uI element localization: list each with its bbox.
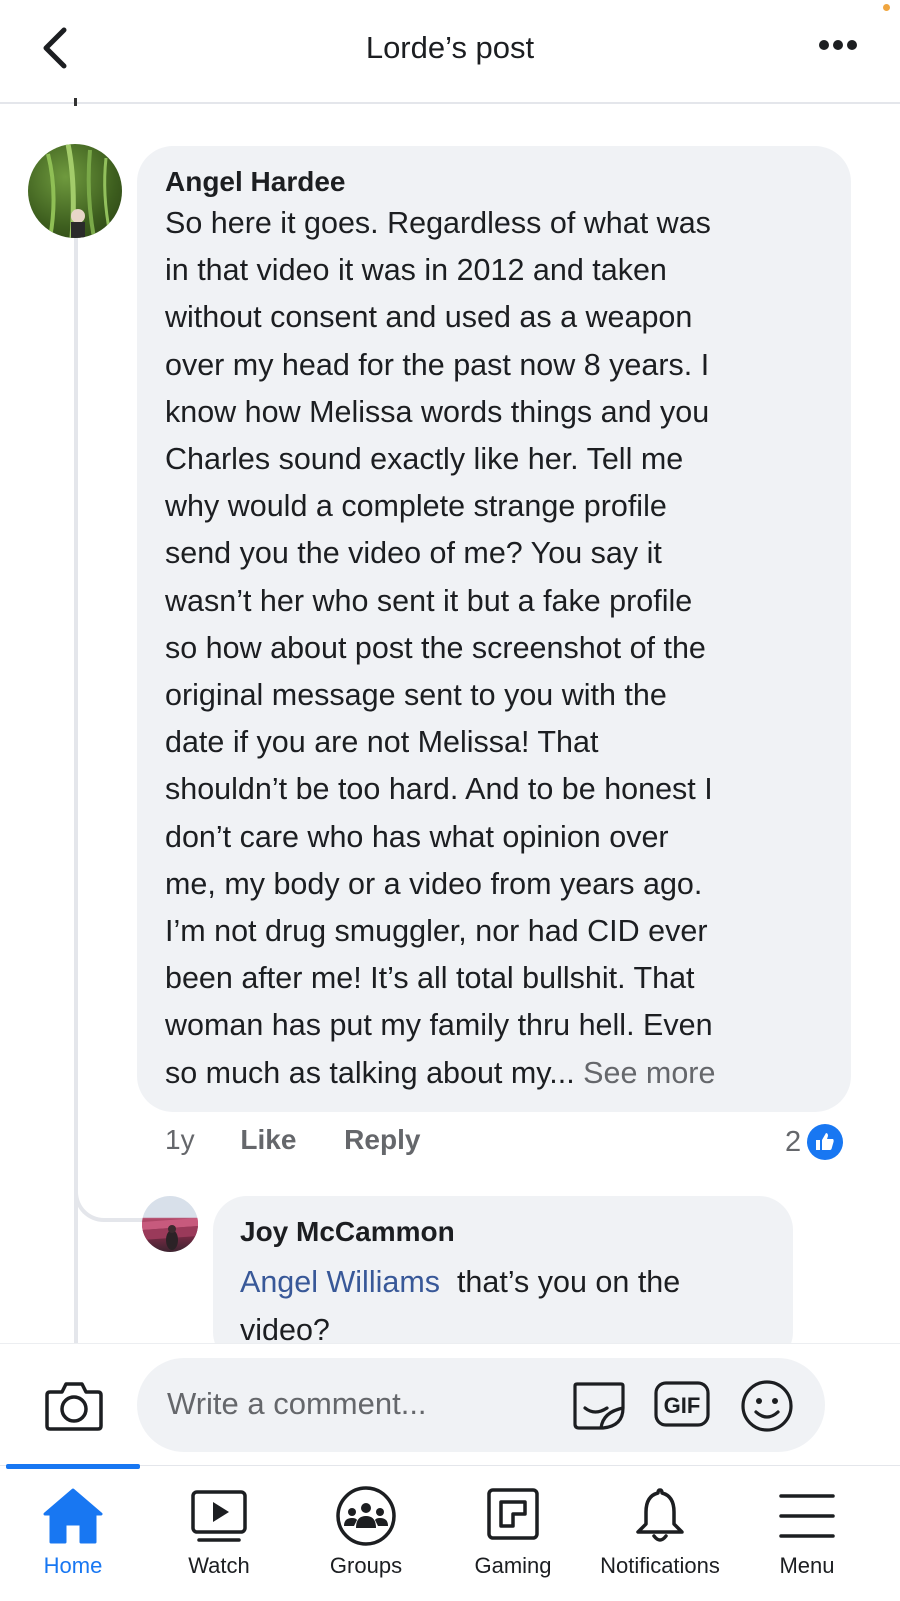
sticker-button[interactable] [571, 1378, 627, 1432]
home-icon [43, 1488, 103, 1544]
active-tab-indicator [6, 1464, 140, 1469]
see-more-link[interactable]: See more [583, 1056, 715, 1090]
comment-age: 1y [165, 1124, 195, 1155]
reply-author[interactable]: Joy McCammon [240, 1216, 767, 1248]
nav-notifications-label: Notifications [600, 1553, 720, 1578]
reaction-count: 2 [785, 1125, 802, 1158]
nav-groups[interactable]: Groups [296, 1476, 436, 1596]
comment-input[interactable]: Write a comment... GIF [137, 1358, 825, 1452]
nav-groups-label: Groups [329, 1553, 403, 1578]
reply-avatar-photo-icon [142, 1218, 198, 1250]
nav-gaming-label: Gaming [474, 1553, 552, 1578]
reply-avatar[interactable] [142, 1196, 198, 1252]
camera-button[interactable] [44, 1378, 104, 1432]
reply-button[interactable]: Reply [344, 1124, 420, 1156]
bell-icon [636, 1488, 684, 1542]
like-reaction-icon [807, 1124, 844, 1160]
camera-icon [45, 1382, 103, 1431]
header-bar: Lorde’s post [0, 0, 900, 104]
gaming-icon [487, 1488, 539, 1540]
nav-watch-label: Watch [188, 1553, 250, 1578]
comment-text: So here it goes. Regardless of what was … [165, 200, 823, 1097]
reply-bubble: Joy McCammon Angel Williams that’s you o… [213, 1196, 793, 1366]
comment-body: So here it goes. Regardless of what was … [165, 206, 713, 1090]
comment-author[interactable]: Angel Hardee [165, 166, 823, 198]
nav-menu-label: Menu [779, 1553, 835, 1578]
page-title: Lorde’s post [365, 30, 535, 65]
comment-composer: Write a comment... GIF [0, 1343, 900, 1465]
like-button[interactable]: Like [240, 1124, 296, 1156]
reply-text: Angel Williams that’s you on the video? [240, 1258, 767, 1354]
avatar-photo-icon [46, 144, 112, 238]
avatar[interactable] [28, 144, 122, 238]
nav-gaming[interactable]: Gaming [443, 1476, 583, 1596]
mention-link[interactable]: Angel Williams [240, 1265, 440, 1299]
nav-home[interactable]: Home [3, 1476, 143, 1596]
emoji-icon [741, 1380, 793, 1432]
nav-watch[interactable]: Watch [149, 1476, 289, 1596]
sticker-icon [573, 1382, 625, 1430]
more-options-button[interactable] [814, 30, 862, 60]
menu-icon [779, 1494, 835, 1538]
nav-menu[interactable]: Menu [737, 1476, 877, 1596]
comment-input-placeholder: Write a comment... [167, 1386, 427, 1421]
watch-icon [191, 1490, 247, 1542]
divider-mark [74, 98, 77, 106]
status-dot [883, 4, 890, 11]
thread-connector [74, 1180, 144, 1222]
gif-button[interactable]: GIF [653, 1380, 711, 1428]
svg-text:GIF: GIF [664, 1393, 701, 1418]
reaction-summary[interactable]: 2 [785, 1122, 844, 1162]
more-dots-icon [819, 40, 857, 50]
nav-home-label: Home [43, 1553, 103, 1578]
groups-icon [336, 1486, 396, 1546]
emoji-button[interactable] [739, 1378, 795, 1434]
bottom-navigation: Home Watch Groups Gaming Notifications M… [0, 1464, 900, 1601]
gif-icon: GIF [654, 1381, 710, 1427]
comment-bubble: Angel Hardee So here it goes. Regardless… [137, 146, 851, 1112]
comment-actions: 1y Like Reply [165, 1124, 420, 1156]
nav-notifications[interactable]: Notifications [590, 1476, 730, 1596]
